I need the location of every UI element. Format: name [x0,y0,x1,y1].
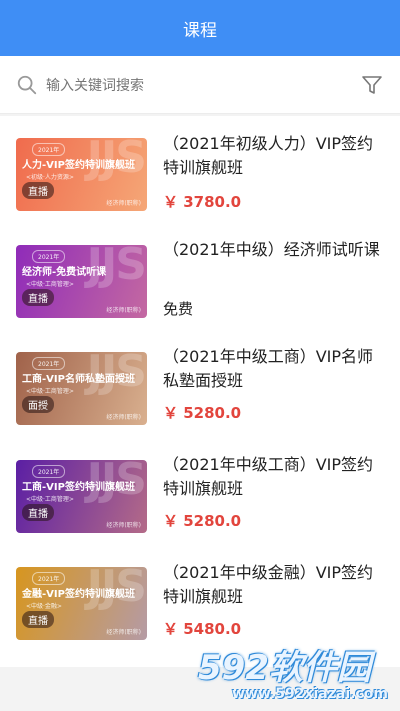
thumbnail-title: 工商-VIP名师私塾面授班 [22,374,135,385]
thumbnail-title: 金融-VIP签约特训旗舰班 [22,589,135,600]
thumbnail-title: 工商-VIP签约特训旗舰班 [22,482,135,493]
course-item[interactable]: JJS 2021年 工商-VIP名师私塾面授班 <中级·工商管理> 面授 经济师… [0,332,400,439]
thumbnail-year-badge: 2021年 [32,357,66,370]
thumbnail-corner-text: 经济师(职称) [106,200,141,207]
search-bar[interactable] [0,56,400,114]
search-icon [17,75,37,94]
watermark-brand: 592软件园 [198,648,371,688]
thumbnail-corner-text: 经济师(职称) [106,522,141,529]
course-thumbnail[interactable]: JJS 2021年 金融-VIP签约特训旗舰班 <中级·金融> 直播 经济师(职… [16,567,147,640]
thumbnail-corner-text: 经济师(职称) [106,307,141,314]
thumbnail-title: 经济师-免费试听课 [22,267,107,278]
thumbnail-tag: 直播 [22,289,54,306]
course-thumbnail[interactable]: JJS 2021年 经济师-免费试听课 <中级·工商管理> 直播 经济师(职称) [16,245,147,318]
page-title: 课程 [183,20,217,41]
thumbnail-year-badge: 2021年 [32,143,66,156]
thumbnail-year-badge: 2021年 [32,465,66,478]
thumbnail-subtitle: <中级·工商管理> [26,281,74,288]
thumbnail-corner-text: 经济师(职称) [106,414,141,421]
thumbnail-tag: 直播 [22,611,54,628]
course-title[interactable]: （2021年中级）经济师试听课 [163,238,381,262]
course-thumbnail[interactable]: JJS 2021年 人力-VIP签约特训旗舰班 <初级·人力资源> 直播 经济师… [16,138,147,211]
thumbnail-title: 人力-VIP签约特训旗舰班 [22,160,135,171]
thumbnail-tag: 直播 [22,182,54,199]
filter-icon[interactable] [360,73,384,97]
course-price: ￥ 3780.0 [163,193,242,211]
course-thumbnail[interactable]: JJS 2021年 工商-VIP签约特训旗舰班 <中级·工商管理> 直播 经济师… [16,460,147,533]
thumbnail-year-badge: 2021年 [32,572,66,585]
course-title[interactable]: （2021年中级工商）VIP名师私塾面授班 [163,345,381,393]
thumbnail-tag: 直播 [22,504,54,521]
thumbnail-subtitle: <中级·工商管理> [26,388,74,395]
watermark-url: www.592xiazai.com [232,686,388,702]
course-title[interactable]: （2021年中级工商）VIP签约特训旗舰班 [163,453,381,501]
thumbnail-tag: 面授 [22,396,54,413]
course-item[interactable]: JJS 2021年 工商-VIP签约特训旗舰班 <中级·工商管理> 直播 经济师… [0,440,400,547]
course-title[interactable]: （2021年初级人力）VIP签约特训旗舰班 [163,132,381,180]
thumbnail-subtitle: <中级·工商管理> [26,496,74,503]
course-list: JJS 2021年 人力-VIP签约特训旗舰班 <初级·人力资源> 直播 经济师… [0,116,400,667]
thumbnail-subtitle: <中级·金融> [26,603,62,610]
course-price: ￥ 5280.0 [163,512,242,530]
course-thumbnail[interactable]: JJS 2021年 工商-VIP名师私塾面授班 <中级·工商管理> 面授 经济师… [16,352,147,425]
search-input[interactable] [46,76,350,93]
course-item[interactable]: JJS 2021年 经济师-免费试听课 <中级·工商管理> 直播 经济师(职称)… [0,224,400,331]
course-item[interactable]: JJS 2021年 人力-VIP签约特训旗舰班 <初级·人力资源> 直播 经济师… [0,116,400,223]
course-price: 免费 [163,300,194,318]
thumbnail-year-badge: 2021年 [32,250,66,263]
thumbnail-corner-text: 经济师(职称) [106,629,141,636]
course-price: ￥ 5280.0 [163,404,242,422]
course-title[interactable]: （2021年中级金融）VIP签约特训旗舰班 [163,561,381,609]
site-watermark: 592软件园 www.592xiazai.com [180,636,400,711]
thumbnail-subtitle: <初级·人力资源> [26,174,74,181]
app-header: 课程 [0,0,400,56]
